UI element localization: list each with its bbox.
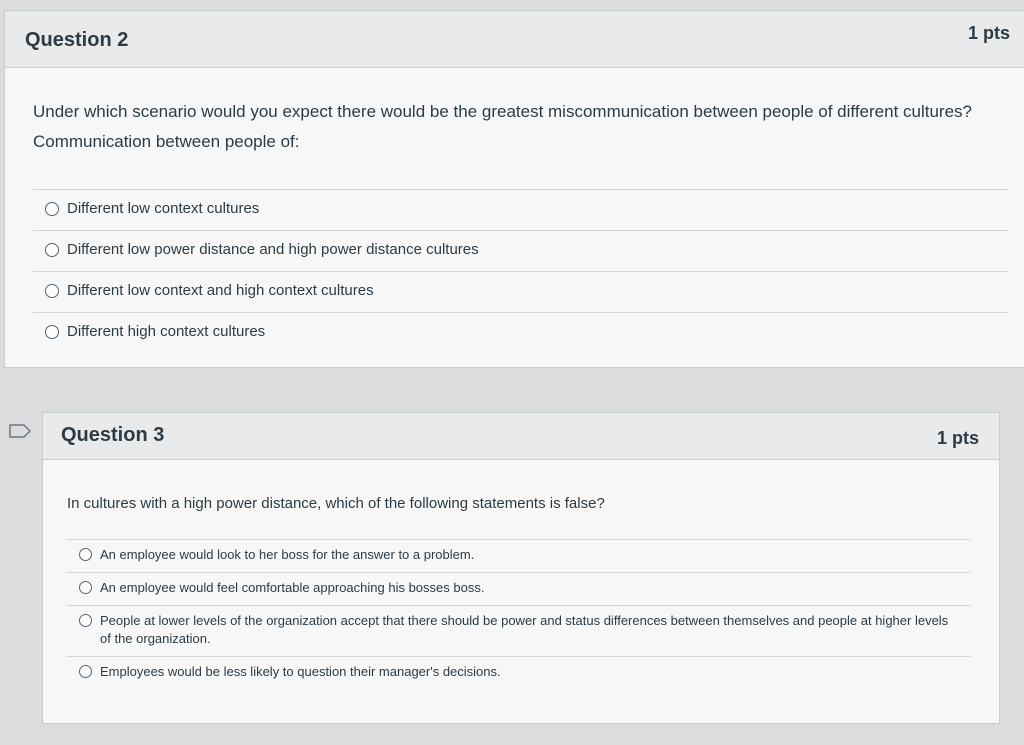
- question-3-header: Question 3 1 pts: [43, 413, 999, 460]
- question-2-title: Question 2: [25, 29, 129, 51]
- radio-button-icon[interactable]: [79, 665, 92, 678]
- question-3-answers: An employee would look to her boss for t…: [67, 539, 971, 689]
- answer-label[interactable]: Different low context cultures: [67, 199, 996, 219]
- question-3-body: In cultures with a high power distance, …: [67, 489, 999, 723]
- answer-label[interactable]: People at lower levels of the organizati…: [100, 612, 959, 648]
- answer-option[interactable]: Employees would be less likely to questi…: [67, 657, 971, 689]
- answer-label[interactable]: Different low power distance and high po…: [67, 240, 996, 260]
- question-3-card: Question 3 1 pts In cultures with a high…: [42, 412, 1000, 724]
- answer-label[interactable]: Different high context cultures: [67, 322, 996, 342]
- answer-option[interactable]: People at lower levels of the organizati…: [67, 606, 971, 657]
- question-2-header: Question 2 1 pts: [5, 11, 1024, 68]
- radio-button-icon[interactable]: [45, 325, 59, 339]
- radio-button-icon[interactable]: [79, 548, 92, 561]
- answer-option[interactable]: Different high context cultures: [33, 313, 1008, 353]
- answer-option[interactable]: An employee would feel comfortable appro…: [67, 573, 971, 606]
- answer-option[interactable]: Different low power distance and high po…: [33, 231, 1008, 272]
- question-2-text-line1: Under which scenario would you expect th…: [33, 102, 973, 121]
- flag-question-icon[interactable]: [9, 424, 31, 438]
- radio-button-icon[interactable]: [45, 202, 59, 216]
- answer-option[interactable]: Different low context cultures: [33, 190, 1008, 231]
- answer-label[interactable]: An employee would look to her boss for t…: [100, 546, 959, 564]
- answer-label[interactable]: An employee would feel comfortable appro…: [100, 579, 959, 597]
- answer-option[interactable]: Different low context and high context c…: [33, 272, 1008, 313]
- answer-option[interactable]: An employee would look to her boss for t…: [67, 540, 971, 573]
- question-3-points: 1 pts: [936, 428, 979, 448]
- radio-button-icon[interactable]: [45, 284, 59, 298]
- answer-label[interactable]: Employees would be less likely to questi…: [100, 663, 959, 681]
- question-3-title: Question 3: [61, 424, 165, 446]
- answer-label[interactable]: Different low context and high context c…: [67, 281, 996, 301]
- question-2-answers: Different low context cultures Different…: [33, 189, 1008, 353]
- radio-button-icon[interactable]: [79, 614, 92, 627]
- question-2-points: 1 pts: [967, 23, 1010, 43]
- question-2-text-line2: Communication between people of:: [33, 132, 300, 151]
- question-3-text: In cultures with a high power distance, …: [67, 495, 605, 512]
- question-2-body: Under which scenario would you expect th…: [33, 97, 1024, 367]
- question-2-text: Under which scenario would you expect th…: [33, 97, 1013, 157]
- radio-button-icon[interactable]: [45, 243, 59, 257]
- question-2-card: Question 2 1 pts Under which scenario wo…: [4, 10, 1024, 368]
- radio-button-icon[interactable]: [79, 581, 92, 594]
